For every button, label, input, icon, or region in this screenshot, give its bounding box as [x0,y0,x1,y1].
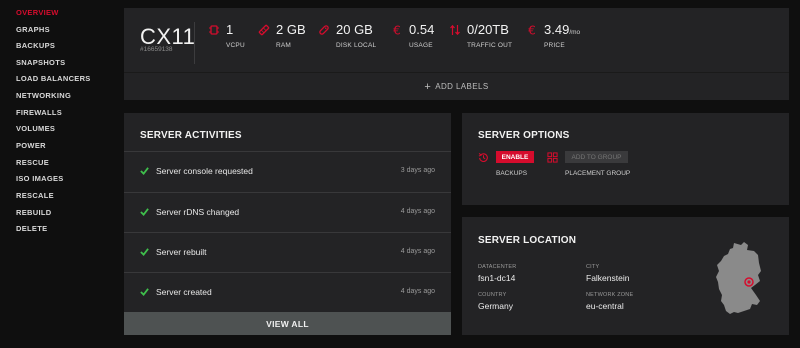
sidebar-item-rescale[interactable]: RESCALE [16,191,54,200]
plus-icon: + [424,80,432,93]
sidebar-item-rebuild[interactable]: REBUILD [16,208,51,217]
add-labels-label: ADD LABELS [435,82,489,91]
activity-item: Server rebuilt 4 days ago [124,232,451,272]
sidebar-item-iso-images[interactable]: ISO IMAGES [16,174,64,183]
city-value: Falkenstein [586,273,630,283]
check-icon [140,208,149,216]
ram-icon [258,24,270,36]
stat-price-unit: /mo [569,29,581,36]
check-icon [140,288,149,296]
check-icon [140,248,149,256]
sidebar-item-volumes[interactable]: VOLUMES [16,124,55,133]
add-to-group-button[interactable]: ADD TO GROUP [565,151,628,163]
sidebar-item-backups[interactable]: BACKUPS [16,41,55,50]
stat-traffic-label: TRAFFIC OUT [467,42,513,49]
server-options-panel: SERVER OPTIONS ENABLE BACKUPS ADD TO GRO… [462,113,789,205]
stat-price-label: PRICE [544,42,565,49]
stat-traffic-value: 0/20TB [467,22,509,37]
stat-ram-value: 2 GB [276,22,306,37]
sidebar-item-delete[interactable]: DELETE [16,224,47,233]
sidebar-item-firewalls[interactable]: FIREWALLS [16,108,62,117]
sidebar-item-graphs[interactable]: GRAPHS [16,25,50,34]
divider [194,22,195,64]
svg-text:€: € [393,24,401,36]
activity-time: 4 days ago [400,288,435,295]
server-location-panel: SERVER LOCATION DATACENTER fsn1-dc14 CIT… [462,217,789,335]
sidebar-item-overview[interactable]: OVERVIEW [16,8,59,17]
germany-map-icon [716,242,761,314]
disk-icon [319,25,329,35]
country-label: COUNTRY [478,292,507,298]
traffic-icon [450,24,460,36]
stat-usage-value: 0.54 [409,22,435,37]
activity-time: 4 days ago [400,208,435,215]
view-all-button[interactable]: VIEW ALL [124,312,451,335]
server-summary-panel: CX11 #16659138 1 VCPU 2 GB RAM 20 GB DIS… [124,8,789,100]
activity-text: Server rebuilt [156,247,207,257]
euro-icon: € [528,24,536,36]
datacenter-label: DATACENTER [478,264,517,270]
svg-text:€: € [528,24,536,36]
stat-vcpu-value: 1 [226,22,234,37]
activity-time: 4 days ago [400,248,435,255]
euro-icon: € [393,24,401,36]
activity-text: Server rDNS changed [156,207,240,217]
sidebar-item-load-balancers[interactable]: LOAD BALANCERS [16,74,91,83]
stat-disk-label: DISK LOCAL [336,42,377,49]
placement-group-icon [547,152,558,163]
activity-item: Server created 4 days ago [124,272,451,312]
server-activities-panel: SERVER ACTIVITIES Server console request… [124,113,451,335]
enable-backups-button[interactable]: ENABLE [496,151,534,163]
sidebar: OVERVIEW GRAPHS BACKUPS SNAPSHOTS LOAD B… [0,0,118,348]
cpu-icon [209,25,219,35]
activities-title: SERVER ACTIVITIES [140,130,242,141]
network-zone-label: NETWORK ZONE [586,292,634,298]
stat-usage-label: USAGE [409,42,433,49]
server-id: #16659138 [140,46,173,53]
activity-item: Server rDNS changed 4 days ago [124,192,451,232]
location-title: SERVER LOCATION [478,235,577,246]
country-value: Germany [478,301,513,311]
network-zone-value: eu-central [586,301,624,311]
stat-disk-value: 20 GB [336,22,373,37]
stat-vcpu-label: VCPU [226,42,245,49]
sidebar-item-power[interactable]: POWER [16,141,46,150]
activity-time: 3 days ago [400,167,435,174]
activity-text: Server created [156,287,212,297]
stat-price-amount: 3.49 [544,22,570,37]
datacenter-value: fsn1-dc14 [478,273,516,283]
activity-item: Server console requested 3 days ago [124,151,451,191]
stat-ram-label: RAM [276,42,292,49]
sidebar-item-rescue[interactable]: RESCUE [16,158,49,167]
city-label: CITY [586,264,600,270]
options-title: SERVER OPTIONS [478,130,570,141]
activity-text: Server console requested [156,166,253,176]
add-labels-button[interactable]: + ADD LABELS [124,73,789,100]
placement-group-label: PLACEMENT GROUP [565,170,631,177]
sidebar-item-networking[interactable]: NETWORKING [16,91,71,100]
backup-icon [478,152,488,162]
backups-label: BACKUPS [496,170,528,177]
sidebar-item-snapshots[interactable]: SNAPSHOTS [16,58,65,67]
check-icon [140,167,149,175]
stat-price-value: 3.49/mo [544,22,580,37]
